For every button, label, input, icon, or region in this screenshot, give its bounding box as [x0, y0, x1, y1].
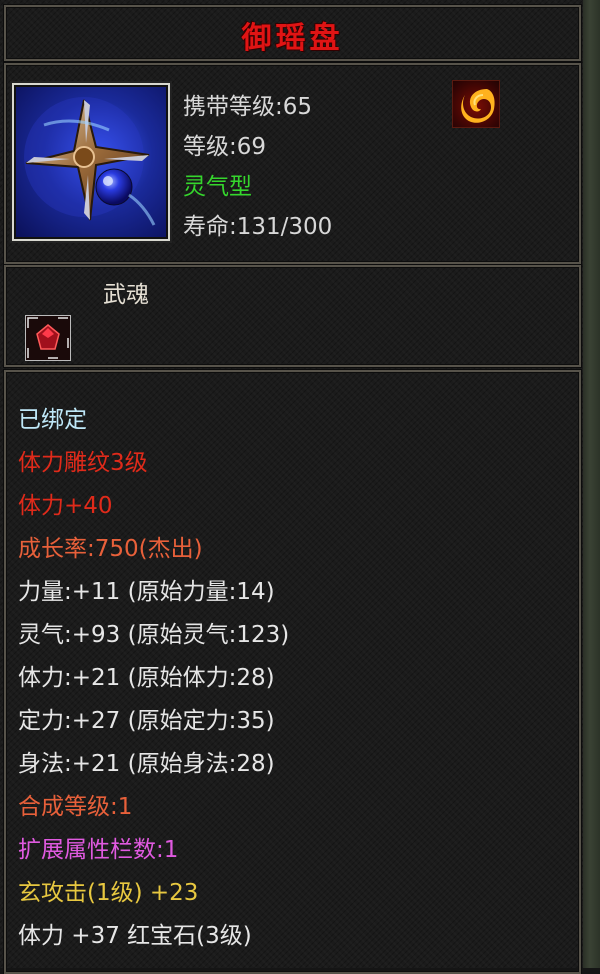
stat-strength: 力量:+11 (原始力量:14) [18, 579, 275, 605]
item-type: 灵气型 [183, 174, 252, 200]
background-strip [583, 0, 600, 968]
soul-label: 武魂 [103, 282, 149, 308]
bound-status: 已绑定 [18, 407, 87, 433]
item-level: 等级:69 [183, 134, 267, 160]
special-attack: 玄攻击(1级) +23 [18, 880, 199, 906]
title-bar: 御瑶盘 [4, 5, 581, 61]
stat-stamina: 体力:+21 (原始体力:28) [18, 665, 275, 691]
engrave-bonus: 体力+40 [18, 493, 113, 519]
engrave-line: 体力雕纹3级 [18, 450, 148, 476]
expansion-slots: 扩展属性栏数:1 [18, 837, 179, 863]
soul-section [4, 265, 581, 367]
stat-spirit: 灵气:+93 (原始灵气:123) [18, 622, 290, 648]
red-gem-icon[interactable] [25, 315, 71, 361]
item-title: 御瑶盘 [241, 21, 344, 56]
growth-rate: 成长率:750(杰出) [18, 536, 203, 562]
stat-focus: 定力:+27 (原始定力:35) [18, 708, 275, 734]
stat-agility: 身法:+21 (原始身法:28) [18, 751, 275, 777]
shuriken-item-icon [12, 83, 170, 241]
gem-bonus: 体力 +37 红宝石(3级) [18, 923, 252, 949]
synthesis-level: 合成等级:1 [18, 794, 133, 820]
lifespan: 寿命:131/300 [183, 214, 333, 240]
flame-swirl-icon [452, 80, 500, 128]
carry-level: 携带等级:65 [183, 94, 313, 120]
